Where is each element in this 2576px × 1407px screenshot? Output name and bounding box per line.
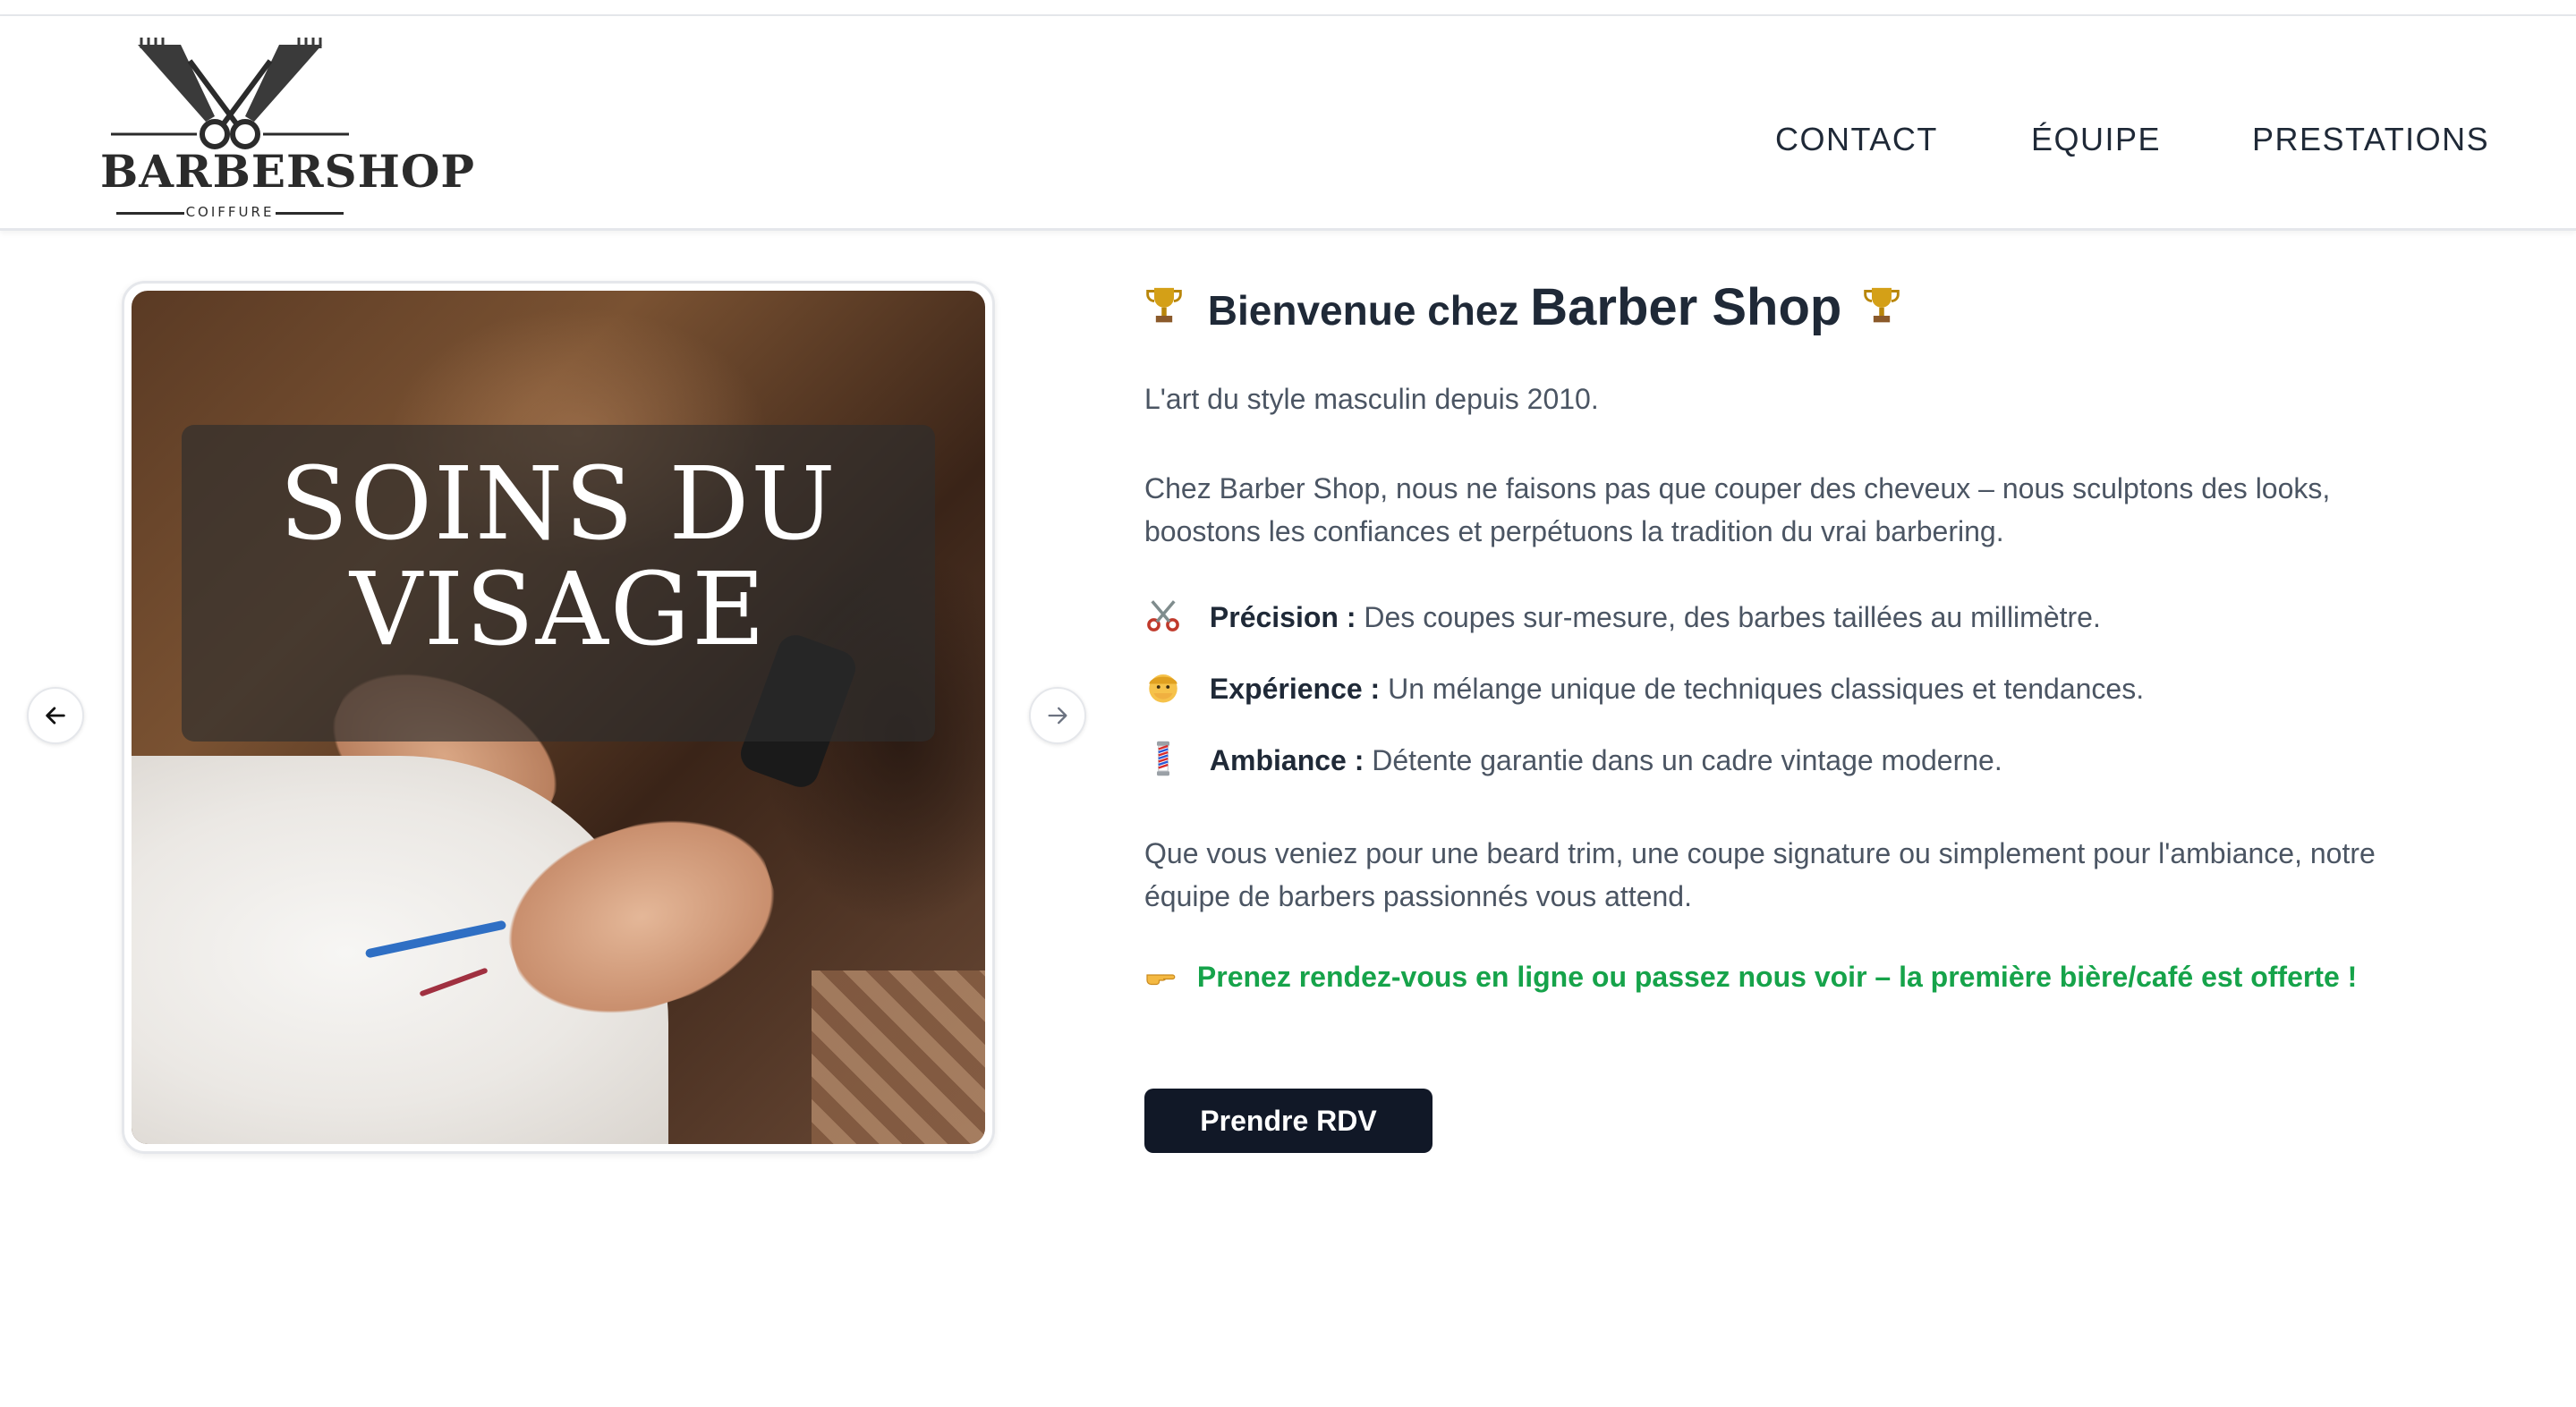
feature-experience: Expérience : Un mélange unique de techni… [1144,667,2144,710]
carousel-prev-button[interactable] [27,687,84,744]
welcome-heading-prefix: Bienvenue chez [1207,287,1519,334]
site-header: BARBERSHOP COIFFURE CONTACT ÉQUIPE PREST… [0,16,2576,231]
carousel-slide-image: SOINS DU VISAGE [132,291,985,1144]
welcome-heading-brand: Barber Shop [1530,278,1842,336]
slide-caption-line1: SOINS DU [279,446,837,563]
arrow-right-icon [1048,707,1067,725]
outro-paragraph: Que vous veniez pour une beard trim, une… [1144,837,2376,912]
feature-ambiance: Ambiance : Détente garantie dans un cadr… [1144,739,2002,782]
trophy-icon [1864,287,1900,323]
feature-experience-title: Expérience : [1209,673,1381,705]
promo-text: Prenez rendez-vous en ligne ou passez no… [1196,961,2358,993]
feature-precision: Précision : Des coupes sur-mesure, des b… [1144,596,2101,639]
nav-equipe[interactable]: ÉQUIPE [2031,104,2161,175]
feature-ambiance-title: Ambiance : [1209,744,1365,776]
feature-precision-text: Des coupes sur-mesure, des barbes taillé… [1364,601,2101,633]
intro-paragraph: Chez Barber Shop, nous ne faisons pas qu… [1144,472,2331,547]
services-carousel: SOINS DU VISAGE [122,281,995,1154]
trophy-icon [1146,287,1182,323]
logo-rule-right [276,212,344,215]
arrow-left-icon [46,707,65,725]
welcome-heading: Bienvenue chez Barber Shop [1144,277,1901,337]
slide-caption-line2: VISAGE [350,552,767,668]
scissors-icon [1147,600,1179,631]
nav-prestations[interactable]: PRESTATIONS [2252,104,2489,175]
slide-caption: SOINS DU VISAGE [182,452,935,663]
promo-line: Prenez rendez-vous en ligne ou passez no… [1144,961,2357,994]
main-nav: CONTACT ÉQUIPE PRESTATIONS [0,104,2576,175]
tagline: L'art du style masculin depuis 2010. [1144,383,1599,415]
feature-experience-text: Un mélange unique de techniques classiqu… [1388,673,2145,705]
nav-contact[interactable]: CONTACT [1775,104,1938,175]
man-face-icon [1149,674,1177,703]
barber-pole-icon [1157,741,1169,776]
pointing-hand-icon [1146,974,1176,986]
feature-ambiance-text: Détente garantie dans un cadre vintage m… [1372,744,2002,776]
book-appointment-button[interactable]: Prendre RDV [1144,1089,1433,1153]
feature-precision-title: Précision : [1209,601,1356,633]
carousel-next-button[interactable] [1029,687,1086,744]
